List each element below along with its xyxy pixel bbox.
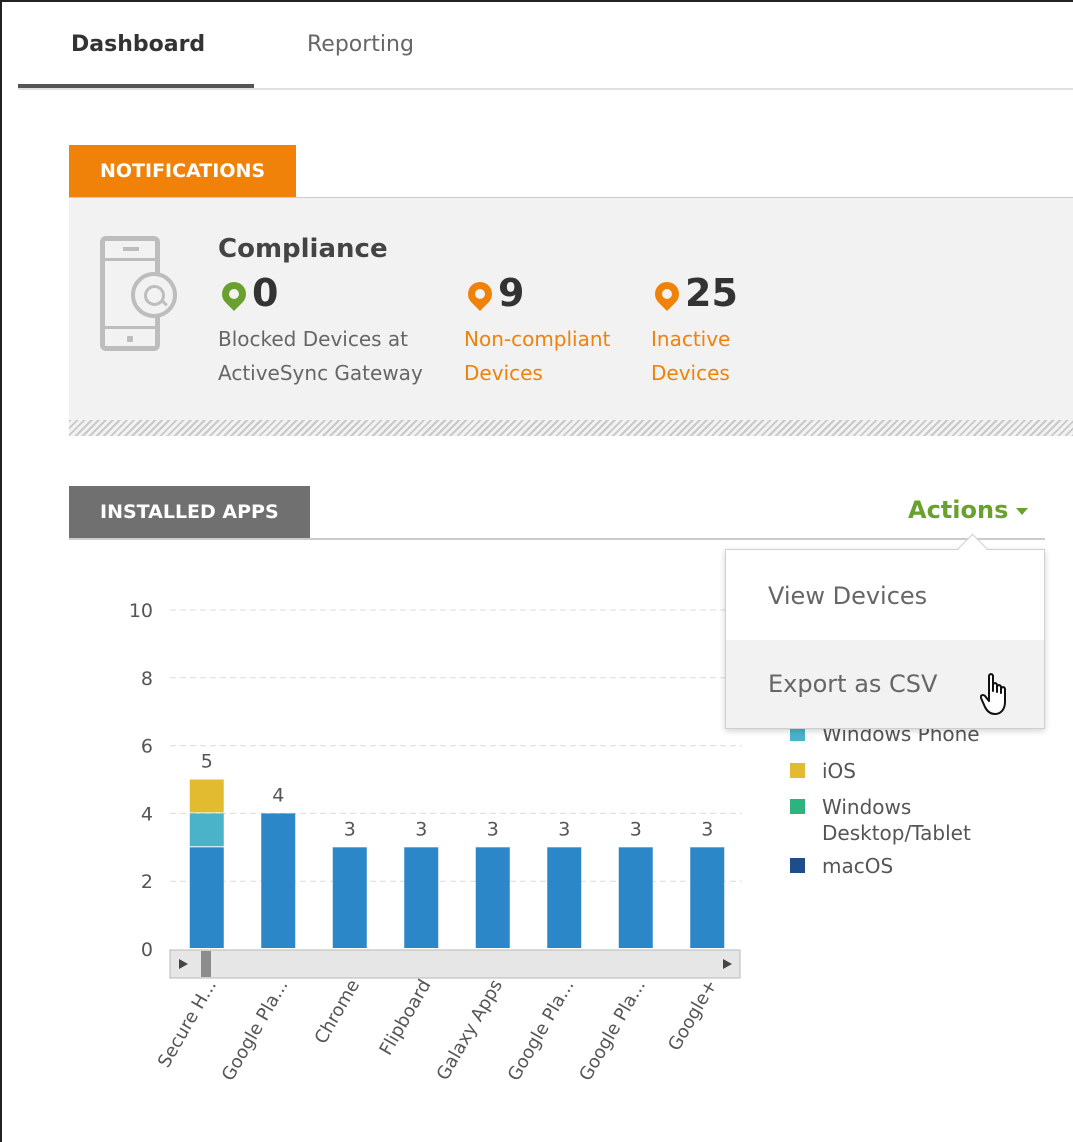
legend-swatch [790, 799, 805, 814]
bar-value-label: 3 [630, 818, 642, 840]
x-tick-label: Secure H... [154, 976, 221, 1071]
x-tick-label: Google Pla... [504, 976, 579, 1085]
bar-value-label: 3 [415, 818, 427, 840]
bar-value-label: 3 [487, 818, 499, 840]
legend-swatch [790, 858, 805, 873]
y-tick-label: 8 [141, 668, 153, 690]
bar-segment [261, 813, 296, 948]
y-tick-label: 4 [141, 803, 153, 825]
scrollbar-thumb[interactable] [201, 951, 211, 977]
bar-value-label: 3 [701, 818, 713, 840]
bar-value-label: 3 [558, 818, 570, 840]
bar-segment [547, 847, 582, 948]
x-tick-label: Google+ [664, 976, 721, 1055]
bar-segment [189, 847, 224, 948]
chart-scrollbar[interactable] [169, 949, 741, 979]
bar-value-label: 3 [344, 818, 356, 840]
hand-cursor-icon [980, 673, 1006, 715]
y-tick-label: 6 [141, 736, 153, 758]
y-tick-label: 2 [141, 871, 153, 893]
x-tick-label: Google Pla... [575, 976, 650, 1085]
x-tick-label: Chrome [311, 976, 364, 1048]
y-tick-label: 10 [129, 600, 153, 622]
menu-item-view-devices[interactable]: View Devices [726, 552, 1044, 640]
bar-segment [189, 779, 224, 813]
bar-value-label: 5 [201, 751, 213, 773]
bar-segment [189, 813, 224, 847]
bar-segment [332, 847, 367, 948]
bar-segment [404, 847, 439, 948]
legend-swatch [790, 763, 805, 778]
bar-segment [475, 847, 510, 948]
x-tick-label: Google Pla... [218, 976, 293, 1085]
bar-segment [618, 847, 653, 948]
x-tick-label: Galaxy Apps [433, 976, 507, 1084]
bar-segment [690, 847, 725, 948]
y-tick-label: 0 [141, 939, 153, 961]
x-tick-label: Flipboard [376, 976, 436, 1059]
bar-value-label: 4 [272, 784, 284, 806]
